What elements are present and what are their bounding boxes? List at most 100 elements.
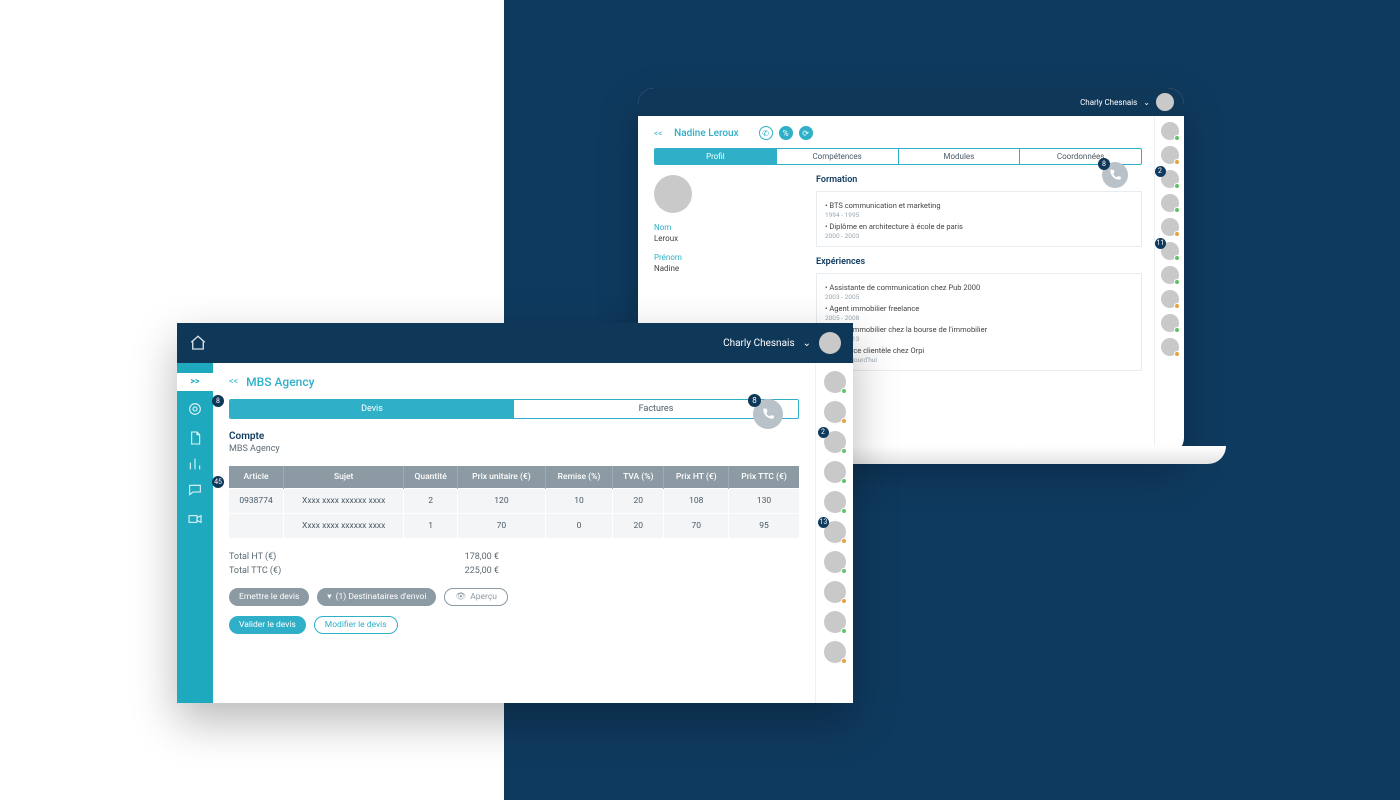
total-ttc-label: Total TTC (€) — [229, 566, 281, 576]
contact-avatar[interactable] — [1161, 314, 1179, 332]
tab-profil[interactable]: Profil — [655, 149, 777, 164]
compte-label: Compte — [229, 431, 799, 442]
formation-item: • BTS communication et marketing — [825, 201, 1133, 210]
sidebar: >> 8 45 — [177, 363, 213, 703]
value-prenom: Nadine — [654, 264, 794, 273]
contact-avatar[interactable] — [824, 371, 846, 393]
call-badge: 8 — [1098, 158, 1110, 170]
modifier-button[interactable]: Modifier le devis — [314, 616, 398, 634]
cell — [229, 514, 284, 539]
chat-icon[interactable]: 45 — [187, 482, 203, 501]
destinataires-button[interactable]: ▾(1) Destinataires d'envoi — [317, 588, 436, 606]
contact-avatar[interactable] — [1161, 266, 1179, 284]
video-icon[interactable] — [187, 511, 203, 527]
phone-outgoing-icon[interactable]: ✆ — [759, 126, 773, 140]
call-button[interactable]: 8 — [1102, 162, 1128, 188]
current-user-name[interactable]: Charly Chesnais — [723, 338, 795, 349]
contact-avatar[interactable] — [824, 491, 846, 513]
cell: 70 — [458, 514, 546, 539]
exp-dates: 2017 - Aujourd'hui — [825, 356, 1133, 364]
contact-avatar[interactable]: 13 — [824, 521, 846, 543]
cell: 95 — [729, 514, 799, 539]
contact-avatar[interactable] — [1161, 194, 1179, 212]
profile-tabs: Profil Compétences Modules Coordonnées — [654, 148, 1142, 165]
quote-header: Charly Chesnais ⌄ — [177, 323, 853, 363]
refresh-icon[interactable]: ⟳ — [799, 126, 813, 140]
contact-avatar[interactable] — [1161, 122, 1179, 140]
exp-dates: 2005 - 2008 — [825, 314, 1133, 322]
table-row[interactable]: 0938774 Xxxx xxxx xxxxxx xxxx 2 120 10 2… — [229, 489, 799, 514]
contact-rail: 2 11 — [1154, 116, 1184, 454]
contact-avatar[interactable]: 11 — [1161, 242, 1179, 260]
contact-avatar[interactable] — [1161, 290, 1179, 308]
tab-competences[interactable]: Compétences — [777, 149, 899, 164]
bar-chart-icon[interactable] — [187, 456, 203, 472]
back-button[interactable]: << — [654, 129, 662, 138]
eye-icon: 👁 — [455, 592, 466, 602]
back-button[interactable]: << — [229, 377, 238, 387]
contact-avatar[interactable] — [824, 401, 846, 423]
contact-avatar[interactable] — [824, 461, 846, 483]
cell: 20 — [613, 489, 664, 514]
contact-avatar[interactable]: 2 — [1161, 170, 1179, 188]
formation-dates: 1994 - 1995 — [825, 211, 1133, 219]
phone-icon — [761, 407, 775, 421]
tab-coordonnees[interactable]: Coordonnées — [1020, 149, 1141, 164]
chevron-down-icon[interactable]: ⌄ — [803, 338, 811, 349]
col-tva: TVA (%) — [613, 466, 664, 489]
exp-item: • Agent immobilier freelance — [825, 304, 1133, 313]
home-icon[interactable] — [189, 334, 207, 352]
contact-avatar[interactable] — [1161, 146, 1179, 164]
total-ttc: 225,00 € — [465, 566, 499, 576]
contact-avatar[interactable] — [1161, 218, 1179, 236]
value-nom: Leroux — [654, 234, 794, 243]
col-quantite: Quantité — [404, 466, 458, 489]
cell: 0938774 — [229, 489, 284, 514]
col-pu: Prix unitaire (€) — [458, 466, 546, 489]
contact-avatar[interactable]: 2 — [824, 431, 846, 453]
valider-button[interactable]: Valider le devis — [229, 616, 306, 634]
phone-icon — [1108, 168, 1122, 182]
chevron-down-icon[interactable]: ⌄ — [1143, 98, 1150, 107]
table-row[interactable]: Xxxx xxxx xxxxxx xxxx 1 70 0 20 70 95 — [229, 514, 799, 539]
percent-icon[interactable]: % — [779, 126, 793, 140]
apercu-button[interactable]: 👁Aperçu — [444, 588, 508, 606]
contact-rail: 2 13 — [815, 363, 853, 703]
contact-avatar[interactable] — [824, 581, 846, 603]
tab-modules[interactable]: Modules — [899, 149, 1021, 164]
section-formation: Formation — [816, 175, 1142, 185]
contact-avatar[interactable] — [824, 611, 846, 633]
col-sujet: Sujet — [284, 466, 404, 489]
profile-avatar — [654, 175, 692, 213]
total-ht: 178,00 € — [465, 552, 499, 562]
col-article: Article — [229, 466, 284, 489]
cell: 10 — [545, 489, 612, 514]
current-user-name[interactable]: Charly Chesnais — [1080, 98, 1137, 107]
page-title: MBS Agency — [246, 375, 314, 389]
cell: 20 — [613, 514, 664, 539]
cell: 120 — [458, 489, 546, 514]
call-badge: 8 — [748, 394, 761, 407]
exp-item: • Directrice clientèle chez Orpi — [825, 346, 1133, 355]
filter-icon: ▾ — [327, 592, 331, 602]
document-icon[interactable] — [187, 430, 203, 446]
quote-table: Article Sujet Quantité Prix unitaire (€)… — [229, 466, 799, 538]
sidebar-target-icon[interactable]: 8 — [187, 401, 203, 420]
compte-value: MBS Agency — [229, 444, 799, 454]
contact-avatar[interactable] — [824, 641, 846, 663]
section-experiences: Expériences — [816, 257, 1142, 267]
sidebar-expand[interactable]: >> — [177, 373, 213, 391]
emettre-button[interactable]: Emettre le devis — [229, 588, 309, 606]
formation-box: • BTS communication et marketing 1994 - … — [816, 191, 1142, 247]
col-ttc: Prix TTC (€) — [729, 466, 799, 489]
contact-avatar[interactable] — [824, 551, 846, 573]
formation-item: • Diplôme en architecture à école de par… — [825, 222, 1133, 231]
avatar[interactable] — [819, 332, 841, 354]
cell: 130 — [729, 489, 799, 514]
totals: Total HT (€)178,00 € Total TTC (€)225,00… — [229, 550, 499, 578]
col-remise: Remise (%) — [545, 466, 612, 489]
tab-devis[interactable]: Devis — [230, 400, 514, 418]
contact-avatar[interactable] — [1161, 338, 1179, 356]
call-button[interactable]: 8 — [753, 399, 783, 429]
avatar[interactable] — [1156, 93, 1174, 111]
